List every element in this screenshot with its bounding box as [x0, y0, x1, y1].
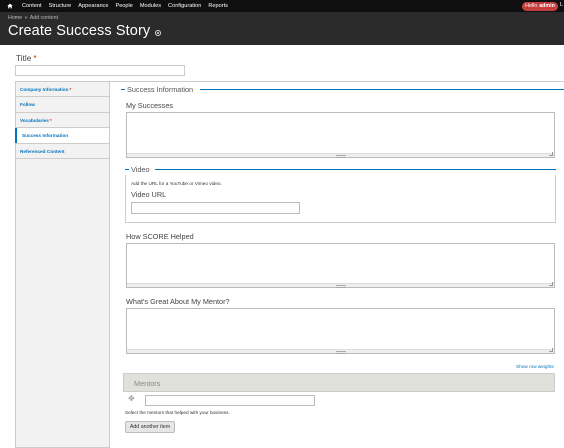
drag-handle-icon[interactable]: ✥: [128, 395, 135, 403]
resize-handle-icon[interactable]: [549, 348, 553, 352]
vertical-tab-label: Referenced Content: [20, 148, 65, 154]
title-row: Create Success Story: [8, 23, 162, 39]
add-another-item-button[interactable]: Add another item: [125, 421, 175, 433]
vertical-tab-label: Company Information: [20, 87, 69, 92]
toolbar-item-modules[interactable]: Modules: [140, 3, 161, 9]
vertical-tab-vocabularies[interactable]: Vocabularies*: [16, 113, 110, 129]
title-input[interactable]: [15, 65, 185, 76]
textarea-grippie[interactable]: [127, 349, 554, 354]
legend-rule: [200, 89, 564, 91]
resize-handle-icon[interactable]: [549, 282, 553, 286]
add-shortcut-icon[interactable]: [155, 30, 162, 36]
vertical-tab-label: Vocabularies: [20, 117, 49, 123]
breadcrumb-separator: »: [24, 15, 28, 21]
my-successes-textarea[interactable]: [126, 112, 555, 158]
toolbar-item-configuration[interactable]: Configuration: [168, 3, 201, 9]
legend-rule: [155, 169, 556, 171]
success-information-legend: Success Information: [125, 85, 196, 94]
video-url-label: Video URL: [131, 190, 167, 199]
mentor-label: What's Great About My Mentor?: [126, 297, 230, 306]
vertical-tabs: Company Information* Follow Vocabularies…: [15, 81, 111, 448]
resize-handle-icon[interactable]: [549, 152, 553, 156]
mentors-table-header: Mentors: [123, 373, 555, 392]
show-row-weights-link[interactable]: Show row weights: [516, 364, 554, 369]
toolbar-item-reports[interactable]: Reports: [208, 3, 228, 9]
mentors-autocomplete-input[interactable]: [145, 395, 315, 406]
title-label: Title *: [16, 53, 37, 63]
breadcrumb-add-content[interactable]: Add content: [30, 15, 58, 21]
greeting-prefix: Hello: [525, 3, 538, 9]
required-marker: *: [33, 53, 37, 63]
vertical-tab-follow[interactable]: Follow: [16, 97, 110, 113]
vertical-tab-company-information[interactable]: Company Information*: [16, 82, 110, 98]
vertical-tab-label: Success Information: [22, 133, 69, 139]
page-title: Create Success Story: [8, 23, 151, 39]
video-url-input[interactable]: [131, 202, 300, 214]
mentors-description: Select the mentors that helped with your…: [125, 410, 230, 415]
textarea-grippie[interactable]: [127, 153, 554, 158]
admin-toolbar: Content Structure Appearance People Modu…: [0, 0, 564, 12]
breadcrumb-home[interactable]: Home: [8, 15, 22, 21]
textarea-grippie[interactable]: [127, 283, 554, 288]
toolbar-item-content[interactable]: Content: [22, 3, 42, 9]
title-label-text: Title: [16, 53, 32, 63]
video-legend: Video: [129, 165, 152, 174]
breadcrumb: Home » Add content: [8, 15, 58, 21]
video-description: Add the URL for a YouTube or Vimeo video…: [131, 181, 222, 186]
how-score-helped-label: How SCORE Helped: [126, 232, 194, 241]
required-marker: *: [69, 87, 72, 92]
mentor-textarea[interactable]: [126, 308, 555, 354]
mentors-label: Mentors: [134, 379, 161, 388]
my-successes-label: My Successes: [126, 101, 174, 110]
vertical-tab-success-information[interactable]: Success Information: [15, 128, 111, 144]
toolbar-item-appearance[interactable]: Appearance: [78, 3, 108, 9]
vertical-tab-referenced-content[interactable]: Referenced Content: [16, 144, 110, 159]
vertical-tab-label: Follow: [20, 102, 35, 108]
success-information-pane: Success Information My Successes Video A…: [109, 81, 564, 448]
toolbar-item-people[interactable]: People: [115, 3, 132, 9]
home-icon[interactable]: [5, 3, 15, 9]
username: admin: [539, 3, 555, 9]
how-score-helped-textarea[interactable]: [126, 243, 555, 288]
required-marker: *: [49, 117, 52, 123]
toolbar-item-structure[interactable]: Structure: [49, 3, 72, 9]
user-greeting-badge[interactable]: Hello admin: [522, 1, 558, 11]
logout-link[interactable]: L: [560, 2, 563, 8]
page-header: Home » Add content Create Success Story: [0, 12, 564, 45]
